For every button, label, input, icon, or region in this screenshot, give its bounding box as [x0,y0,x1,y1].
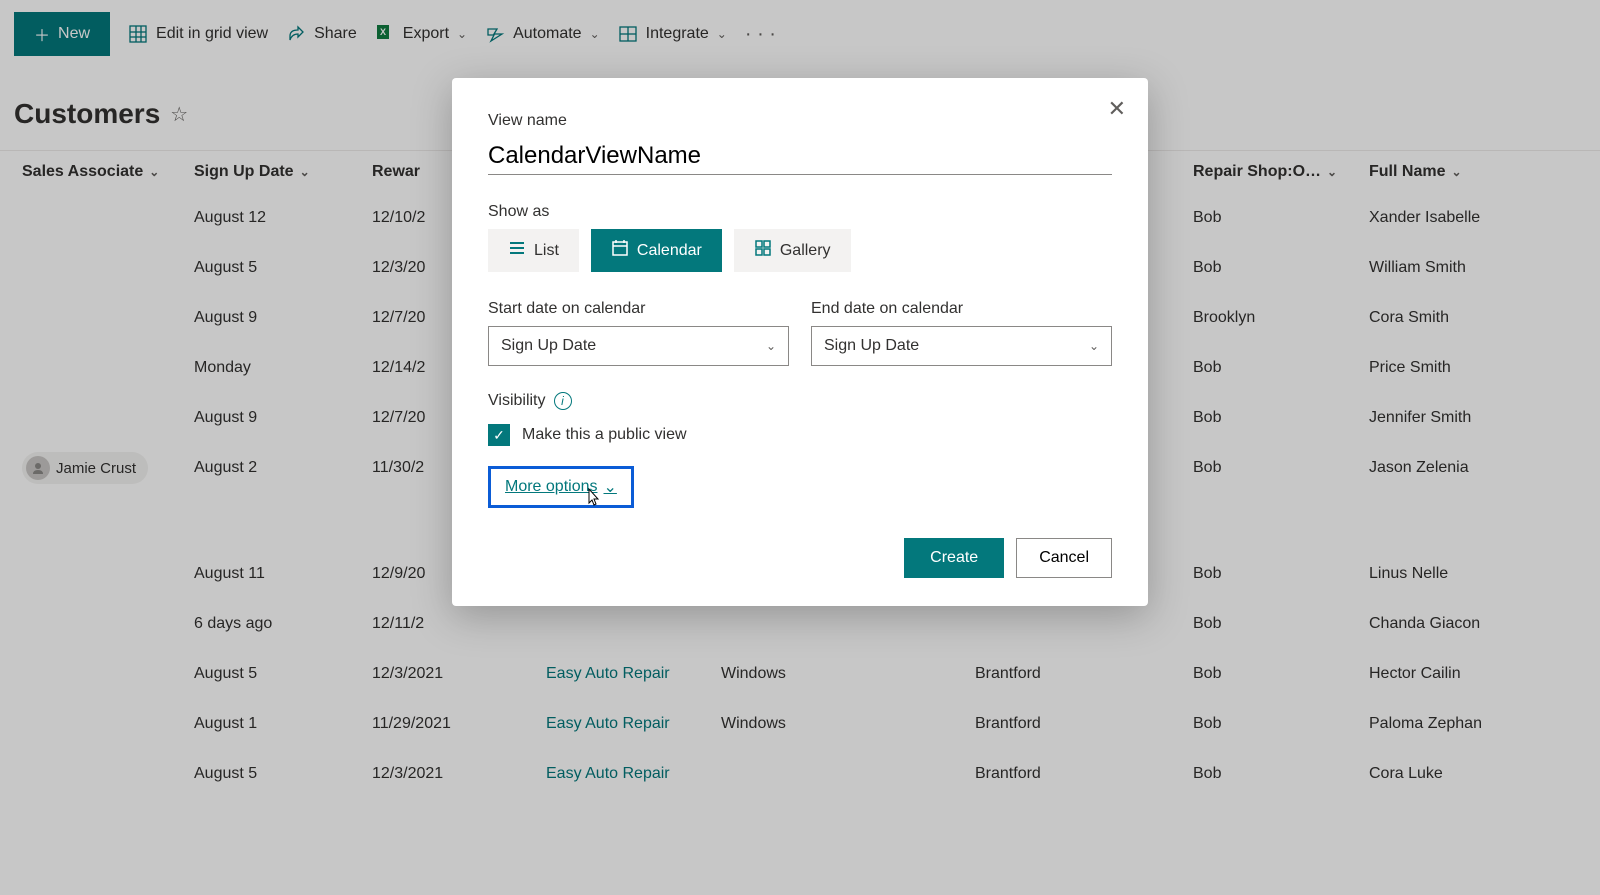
view-name-input[interactable] [488,138,1112,175]
close-button[interactable]: ✕ [1108,96,1126,122]
visibility-header: Visibility i [488,392,1112,410]
list-icon [508,239,526,262]
show-as-calendar-button[interactable]: Calendar [591,229,722,272]
show-as-list-button[interactable]: List [488,229,579,272]
calendar-icon [611,239,629,262]
more-options-label: More options [505,478,598,496]
show-as-toggle-group: List Calendar Gallery [488,229,1112,272]
calendar-toggle-label: Calendar [637,242,702,260]
more-options-button[interactable]: More options ⌄ [488,466,634,508]
chevron-down-icon: ⌄ [1089,339,1099,353]
end-date-value: Sign Up Date [824,337,919,355]
list-toggle-label: List [534,242,559,260]
create-button[interactable]: Create [904,538,1004,578]
public-view-label: Make this a public view [522,426,687,444]
modal-overlay[interactable]: ✕ View name Show as List Calendar [0,0,1600,895]
gallery-toggle-label: Gallery [780,242,831,260]
start-date-label: Start date on calendar [488,300,789,318]
end-date-select[interactable]: Sign Up Date ⌄ [811,326,1112,366]
visibility-label: Visibility [488,392,546,410]
gallery-icon [754,239,772,262]
cancel-button[interactable]: Cancel [1016,538,1112,578]
page-root: ＋ New Edit in grid view Share X Export ⌄ [0,0,1600,895]
info-icon[interactable]: i [554,392,572,410]
chevron-down-icon: ⌄ [766,339,776,353]
date-fields-row: Start date on calendar Sign Up Date ⌄ En… [488,300,1112,366]
chevron-down-icon: ⌄ [604,477,617,497]
public-view-checkbox[interactable]: ✓ [488,424,510,446]
start-date-select[interactable]: Sign Up Date ⌄ [488,326,789,366]
public-view-checkbox-row[interactable]: ✓ Make this a public view [488,424,1112,446]
show-as-label: Show as [488,203,1112,221]
create-view-dialog: ✕ View name Show as List Calendar [452,78,1148,606]
view-name-label: View name [488,112,1112,130]
show-as-gallery-button[interactable]: Gallery [734,229,851,272]
end-date-label: End date on calendar [811,300,1112,318]
dialog-footer: Create Cancel [488,538,1112,578]
start-date-value: Sign Up Date [501,337,596,355]
